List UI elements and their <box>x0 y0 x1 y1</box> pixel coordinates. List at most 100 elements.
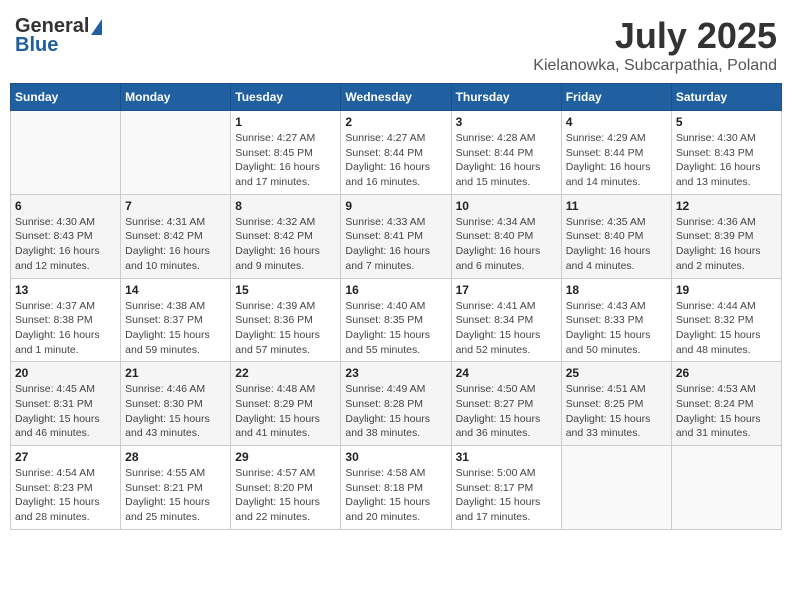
day-number: 27 <box>15 450 116 464</box>
calendar-cell: 13 Sunrise: 4:37 AM Sunset: 8:38 PM Dayli… <box>11 278 121 362</box>
day-info: Sunrise: 4:29 AM Sunset: 8:44 PM Dayligh… <box>566 131 667 190</box>
calendar-cell: 23Sunrise: 4:49 AM Sunset: 8:28 PM Dayli… <box>341 362 451 446</box>
day-info: Sunrise: 4:32 AM Sunset: 8:42 PM Dayligh… <box>235 215 336 274</box>
calendar-cell: 18 Sunrise: 4:43 AM Sunset: 8:33 PM Dayli… <box>561 278 671 362</box>
day-number: 21 <box>125 366 226 380</box>
calendar-cell: 6 Sunrise: 4:30 AM Sunset: 8:43 PM Daylig… <box>11 194 121 278</box>
calendar-week-row: 20Sunrise: 4:45 AM Sunset: 8:31 PM Dayli… <box>11 362 782 446</box>
day-info: Sunrise: 4:44 AM Sunset: 8:32 PM Dayligh… <box>676 299 777 358</box>
day-number: 5 <box>676 115 777 129</box>
day-number: 20 <box>15 366 116 380</box>
calendar-cell: 14Sunrise: 4:38 AM Sunset: 8:37 PM Dayli… <box>121 278 231 362</box>
day-info: Sunrise: 4:43 AM Sunset: 8:33 PM Dayligh… <box>566 299 667 358</box>
calendar-cell: 1 Sunrise: 4:27 AM Sunset: 8:45 PM Daylig… <box>231 111 341 195</box>
page-header: General Blue July 2025 Kielanowka, Subca… <box>10 10 782 75</box>
day-info: Sunrise: 4:41 AM Sunset: 8:34 PM Dayligh… <box>456 299 557 358</box>
day-info: Sunrise: 4:55 AM Sunset: 8:21 PM Dayligh… <box>125 466 226 525</box>
day-info: Sunrise: 4:46 AM Sunset: 8:30 PM Dayligh… <box>125 382 226 441</box>
calendar-cell <box>121 111 231 195</box>
day-number: 3 <box>456 115 557 129</box>
logo: General Blue <box>15 15 102 57</box>
calendar-cell: 31 Sunrise: 5:00 AM Sunset: 8:17 PM Dayli… <box>451 446 561 530</box>
calendar-cell: 26 Sunrise: 4:53 AM Sunset: 8:24 PM Dayli… <box>671 362 781 446</box>
calendar-cell: 17 Sunrise: 4:41 AM Sunset: 8:34 PM Dayli… <box>451 278 561 362</box>
calendar-cell: 25 Sunrise: 4:51 AM Sunset: 8:25 PM Dayli… <box>561 362 671 446</box>
day-info: Sunrise: 4:30 AM Sunset: 8:43 PM Dayligh… <box>15 215 116 274</box>
calendar-cell: 15 Sunrise: 4:39 AM Sunset: 8:36 PM Dayli… <box>231 278 341 362</box>
calendar-table: SundayMondayTuesdayWednesdayThursdayFrid… <box>10 83 782 530</box>
day-info: Sunrise: 4:57 AM Sunset: 8:20 PM Dayligh… <box>235 466 336 525</box>
calendar-cell: 2Sunrise: 4:27 AM Sunset: 8:44 PM Daylig… <box>341 111 451 195</box>
weekday-header-tuesday: Tuesday <box>231 84 341 111</box>
day-number: 2 <box>345 115 446 129</box>
day-number: 11 <box>566 199 667 213</box>
day-number: 23 <box>345 366 446 380</box>
day-number: 7 <box>125 199 226 213</box>
day-number: 25 <box>566 366 667 380</box>
day-info: Sunrise: 4:36 AM Sunset: 8:39 PM Dayligh… <box>676 215 777 274</box>
logo-triangle-icon <box>91 19 102 35</box>
day-number: 28 <box>125 450 226 464</box>
calendar-cell <box>11 111 121 195</box>
day-number: 31 <box>456 450 557 464</box>
day-info: Sunrise: 4:30 AM Sunset: 8:43 PM Dayligh… <box>676 131 777 190</box>
day-info: Sunrise: 4:34 AM Sunset: 8:40 PM Dayligh… <box>456 215 557 274</box>
day-number: 6 <box>15 199 116 213</box>
day-info: Sunrise: 4:53 AM Sunset: 8:24 PM Dayligh… <box>676 382 777 441</box>
day-number: 17 <box>456 283 557 297</box>
day-info: Sunrise: 4:39 AM Sunset: 8:36 PM Dayligh… <box>235 299 336 358</box>
calendar-cell: 10 Sunrise: 4:34 AM Sunset: 8:40 PM Dayli… <box>451 194 561 278</box>
calendar-cell: 7 Sunrise: 4:31 AM Sunset: 8:42 PM Daylig… <box>121 194 231 278</box>
calendar-week-row: 6 Sunrise: 4:30 AM Sunset: 8:43 PM Daylig… <box>11 194 782 278</box>
calendar-week-row: 1 Sunrise: 4:27 AM Sunset: 8:45 PM Daylig… <box>11 111 782 195</box>
calendar-cell: 9 Sunrise: 4:33 AM Sunset: 8:41 PM Daylig… <box>341 194 451 278</box>
day-number: 24 <box>456 366 557 380</box>
day-info: Sunrise: 4:51 AM Sunset: 8:25 PM Dayligh… <box>566 382 667 441</box>
calendar-cell: 29 Sunrise: 4:57 AM Sunset: 8:20 PM Dayli… <box>231 446 341 530</box>
day-number: 29 <box>235 450 336 464</box>
day-number: 4 <box>566 115 667 129</box>
day-number: 13 <box>15 283 116 297</box>
calendar-week-row: 13 Sunrise: 4:37 AM Sunset: 8:38 PM Dayli… <box>11 278 782 362</box>
calendar-cell: 27Sunrise: 4:54 AM Sunset: 8:23 PM Dayli… <box>11 446 121 530</box>
location-title: Kielanowka, Subcarpathia, Poland <box>533 57 777 75</box>
calendar-cell <box>561 446 671 530</box>
day-info: Sunrise: 4:35 AM Sunset: 8:40 PM Dayligh… <box>566 215 667 274</box>
day-number: 26 <box>676 366 777 380</box>
day-info: Sunrise: 5:00 AM Sunset: 8:17 PM Dayligh… <box>456 466 557 525</box>
calendar-cell: 28 Sunrise: 4:55 AM Sunset: 8:21 PM Dayli… <box>121 446 231 530</box>
calendar-cell: 20Sunrise: 4:45 AM Sunset: 8:31 PM Dayli… <box>11 362 121 446</box>
day-number: 9 <box>345 199 446 213</box>
calendar-cell: 3 Sunrise: 4:28 AM Sunset: 8:44 PM Daylig… <box>451 111 561 195</box>
calendar-cell: 4 Sunrise: 4:29 AM Sunset: 8:44 PM Daylig… <box>561 111 671 195</box>
day-number: 16 <box>345 283 446 297</box>
day-info: Sunrise: 4:48 AM Sunset: 8:29 PM Dayligh… <box>235 382 336 441</box>
day-info: Sunrise: 4:27 AM Sunset: 8:45 PM Dayligh… <box>235 131 336 190</box>
day-number: 30 <box>345 450 446 464</box>
day-number: 18 <box>566 283 667 297</box>
month-title: July 2025 <box>533 15 777 57</box>
day-number: 8 <box>235 199 336 213</box>
day-info: Sunrise: 4:31 AM Sunset: 8:42 PM Dayligh… <box>125 215 226 274</box>
day-info: Sunrise: 4:37 AM Sunset: 8:38 PM Dayligh… <box>15 299 116 358</box>
weekday-header-row: SundayMondayTuesdayWednesdayThursdayFrid… <box>11 84 782 111</box>
day-info: Sunrise: 4:28 AM Sunset: 8:44 PM Dayligh… <box>456 131 557 190</box>
calendar-cell: 12Sunrise: 4:36 AM Sunset: 8:39 PM Dayli… <box>671 194 781 278</box>
day-number: 1 <box>235 115 336 129</box>
day-info: Sunrise: 4:58 AM Sunset: 8:18 PM Dayligh… <box>345 466 446 525</box>
calendar-cell: 5 Sunrise: 4:30 AM Sunset: 8:43 PM Daylig… <box>671 111 781 195</box>
calendar-cell: 22 Sunrise: 4:48 AM Sunset: 8:29 PM Dayli… <box>231 362 341 446</box>
calendar-cell: 21 Sunrise: 4:46 AM Sunset: 8:30 PM Dayli… <box>121 362 231 446</box>
day-number: 15 <box>235 283 336 297</box>
title-block: July 2025 Kielanowka, Subcarpathia, Pola… <box>533 15 777 75</box>
day-number: 19 <box>676 283 777 297</box>
calendar-cell: 8 Sunrise: 4:32 AM Sunset: 8:42 PM Daylig… <box>231 194 341 278</box>
weekday-header-thursday: Thursday <box>451 84 561 111</box>
day-info: Sunrise: 4:33 AM Sunset: 8:41 PM Dayligh… <box>345 215 446 274</box>
calendar-week-row: 27Sunrise: 4:54 AM Sunset: 8:23 PM Dayli… <box>11 446 782 530</box>
calendar-cell: 19 Sunrise: 4:44 AM Sunset: 8:32 PM Dayli… <box>671 278 781 362</box>
weekday-header-monday: Monday <box>121 84 231 111</box>
day-number: 22 <box>235 366 336 380</box>
calendar-cell: 16Sunrise: 4:40 AM Sunset: 8:35 PM Dayli… <box>341 278 451 362</box>
day-number: 10 <box>456 199 557 213</box>
